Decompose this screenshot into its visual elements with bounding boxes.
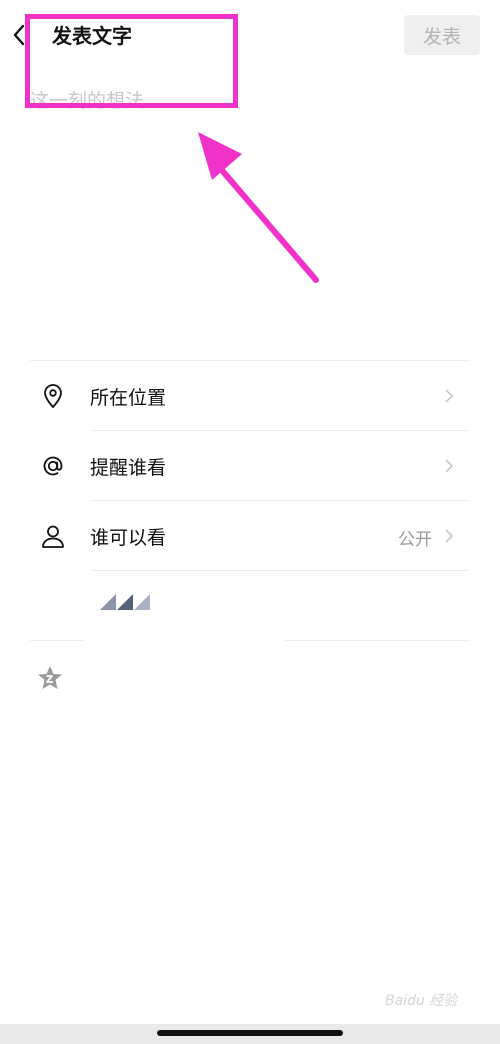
location-pin-icon (44, 384, 62, 409)
visibility-label: 谁可以看 (90, 527, 167, 549)
watermark: Baidu 经验 (385, 993, 458, 1009)
annotation-arrow (198, 132, 319, 283)
chevron-right-icon (445, 529, 454, 543)
remind-label: 提醒谁看 (90, 457, 167, 479)
chevron-right-icon (445, 389, 454, 403)
home-indicator[interactable] (157, 1030, 343, 1036)
visibility-value: 公开 (398, 530, 432, 550)
chevron-right-icon (445, 459, 454, 473)
remind-row[interactable]: 提醒谁看 (30, 431, 470, 501)
location-row[interactable]: 所在位置 (30, 361, 470, 431)
person-icon (42, 525, 64, 548)
divider (90, 570, 470, 571)
divider (30, 640, 85, 641)
location-label: 所在位置 (90, 387, 167, 409)
triangles-logo-icon (100, 594, 150, 610)
publish-button[interactable]: 发表 (404, 15, 480, 55)
star-icon[interactable] (36, 664, 64, 692)
at-sign-icon (43, 456, 63, 476)
annotation-highlight-box (25, 14, 238, 108)
divider (285, 640, 470, 641)
visibility-row[interactable]: 谁可以看 公开 (30, 501, 470, 571)
